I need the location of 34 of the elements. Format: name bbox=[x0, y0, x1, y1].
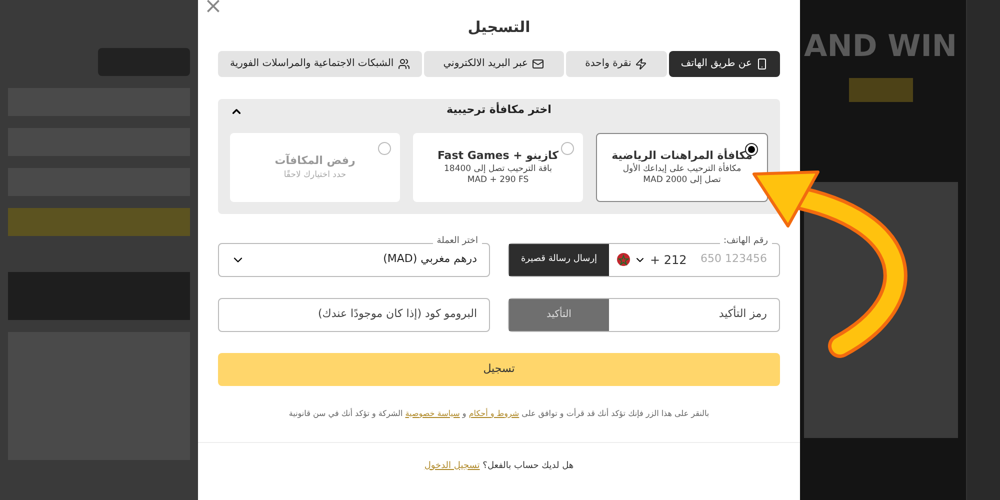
option-description: باقة الترحيب تصل إلى 18400 bbox=[444, 164, 552, 176]
option-title: مكافأة المراهنات الرياضية bbox=[612, 148, 752, 162]
field-label: رقم الهاتف: bbox=[720, 234, 772, 246]
people-icon bbox=[398, 58, 410, 70]
tab[interactable]: نقرة واحدة bbox=[566, 50, 667, 76]
register-button[interactable]: تسجيل bbox=[218, 352, 780, 386]
country-code: + 212 bbox=[650, 252, 687, 268]
terms-text: بالنقر على هذا الزر فإنك تؤكد أنك قد قرأت و توافق على شروط و أحكام و سياسة خصوصية الشركة و تؤكد أنك في سن قانونية bbox=[288, 408, 710, 420]
radio-button[interactable] bbox=[561, 142, 574, 154]
option-description: تصل إلى MAD 2000 bbox=[643, 175, 721, 186]
bonus-title: اختر مكافأة ترحيبية bbox=[446, 102, 552, 118]
field-label: اختر العملة bbox=[432, 234, 482, 246]
send-sms-button[interactable]: إرسال رسالة قصيرة bbox=[509, 244, 609, 276]
option-title: كازينو + Fast Games bbox=[437, 148, 559, 164]
bonus-option[interactable]: مكافأة المراهنات الرياضية مكافأة الترحيب على إيداعك الأول تصل إلى MAD 2000 bbox=[596, 132, 768, 202]
option-description: مكافأة الترحيب على إيداعك الأول bbox=[622, 164, 742, 176]
option-description: حدد اختيارك لاحقًا bbox=[284, 170, 346, 181]
tab[interactable]: عبر البريد الالكتروني bbox=[424, 50, 564, 76]
tab[interactable]: عن طريق الهاتف bbox=[668, 50, 780, 76]
tab[interactable]: الشبكات الاجتماعية والمراسلات الفورية bbox=[218, 50, 422, 76]
promo-input[interactable]: البرومو كود (إذا كان موجودًا عندك) bbox=[219, 298, 489, 330]
currency-value: درهم مغربي (MAD) bbox=[382, 251, 478, 268]
banner-text: AND WIN bbox=[804, 32, 958, 62]
blurred-block bbox=[849, 78, 913, 102]
login-prompt: هل لديك حساب بالفعل؟ تسجيل الدخول bbox=[423, 460, 575, 472]
smartphone-icon bbox=[756, 58, 768, 70]
envelope-icon bbox=[532, 58, 544, 70]
option-description: MAD + 290 FS bbox=[467, 175, 529, 186]
close-button[interactable]: × bbox=[204, 0, 222, 18]
option-title: رفض المكافآت bbox=[274, 153, 356, 170]
radio-button[interactable] bbox=[378, 142, 391, 154]
dialog-title: التسجيل bbox=[468, 17, 530, 38]
flag-icon bbox=[617, 253, 630, 266]
lightning-icon bbox=[635, 58, 648, 70]
